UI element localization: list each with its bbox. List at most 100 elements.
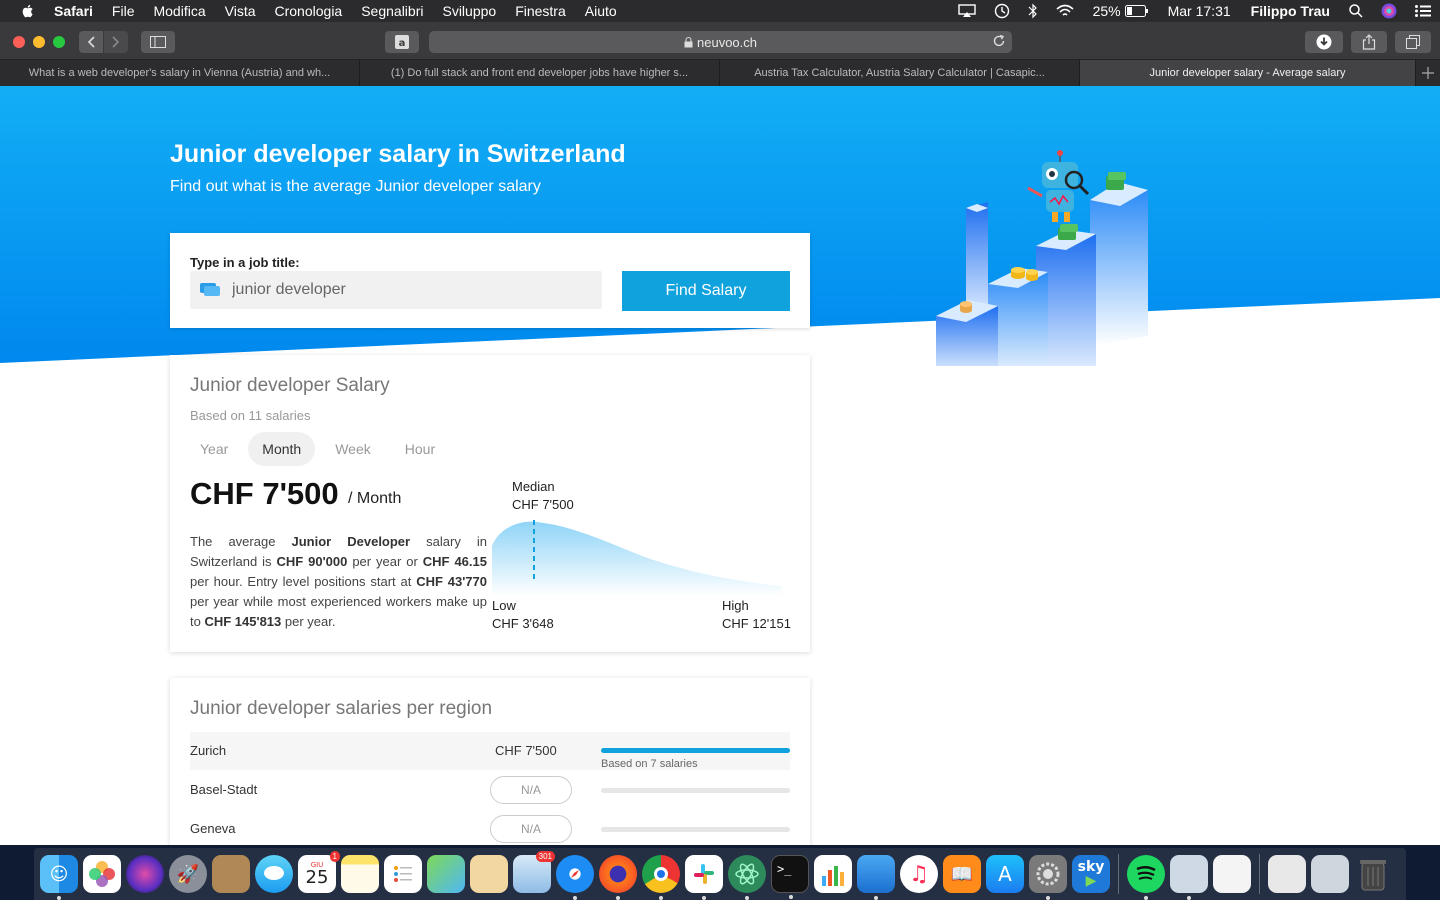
image-capture-icon[interactable] (1170, 855, 1208, 900)
preview-icon[interactable] (470, 855, 508, 893)
tab-overview-button[interactable] (1395, 31, 1431, 53)
safari-icon[interactable] (556, 855, 594, 900)
dock-shelf: ☺ 🚀 GIU 25 1 301 >_ ♫ 📖 A sky ▶ (34, 848, 1406, 900)
region-card-title: Junior developer salaries per region (190, 698, 493, 719)
reminders-icon[interactable] (384, 855, 422, 893)
notes-icon[interactable] (341, 855, 379, 893)
region-bar (601, 748, 790, 753)
new-tab-button[interactable] (1416, 60, 1440, 86)
forward-button[interactable] (104, 31, 128, 53)
dock-separator (1118, 854, 1119, 894)
tab-year[interactable]: Year (186, 432, 242, 466)
finder-icon[interactable]: ☺ (40, 855, 78, 900)
launchpad-icon[interactable]: 🚀 (169, 855, 207, 893)
region-salary-na: N/A (490, 815, 572, 843)
find-salary-button[interactable]: Find Salary (622, 271, 790, 311)
menu-app-name[interactable]: Safari (54, 0, 93, 22)
url-text: neuvoo.ch (697, 34, 757, 50)
battery-percent[interactable]: 25% (1093, 3, 1121, 19)
bluetooth-icon[interactable] (1028, 3, 1038, 19)
downloads-stack-icon[interactable] (1311, 855, 1349, 893)
menu-edit[interactable]: Modifica (153, 0, 205, 22)
tab-month[interactable]: Month (248, 432, 316, 466)
app-store-icon[interactable]: A (986, 855, 1024, 893)
tabs-icon (1406, 35, 1420, 49)
system-preferences-icon[interactable] (1029, 855, 1067, 900)
window-minimize-button[interactable] (33, 36, 45, 48)
apple-menu-icon[interactable] (20, 3, 36, 19)
downloads-button[interactable] (1305, 31, 1343, 53)
share-button[interactable] (1351, 31, 1387, 53)
region-salary: CHF 7'500 (495, 743, 557, 758)
job-title-field[interactable] (190, 271, 602, 309)
menu-history[interactable]: Cronologia (275, 0, 343, 22)
window-fullscreen-button[interactable] (53, 36, 65, 48)
siri-app-icon[interactable] (126, 855, 164, 893)
spotify-icon[interactable] (1127, 855, 1165, 900)
notification-center-icon[interactable] (1415, 5, 1431, 17)
share-icon (1362, 34, 1376, 50)
calendar-icon[interactable]: GIU 25 1 (298, 851, 340, 893)
time-machine-icon[interactable] (994, 3, 1010, 19)
trash-icon[interactable] (1354, 855, 1392, 893)
keynote-icon[interactable] (857, 855, 895, 900)
documents-stack-icon[interactable] (1268, 855, 1306, 893)
region-name: Zurich (190, 743, 227, 758)
menu-develop[interactable]: Sviluppo (442, 0, 496, 22)
region-row[interactable]: Geneva N/A (170, 810, 810, 845)
sky-go-icon[interactable]: sky ▶ (1072, 855, 1110, 893)
photos-icon[interactable] (83, 855, 121, 893)
firefox-icon[interactable] (599, 855, 637, 900)
window-close-button[interactable] (13, 36, 25, 48)
back-button[interactable] (79, 31, 103, 53)
sidebar-toggle-button[interactable] (141, 31, 175, 53)
battery-icon[interactable] (1124, 5, 1149, 17)
region-row[interactable]: Basel-Stadt N/A (170, 771, 810, 809)
numbers-icon[interactable] (814, 855, 852, 893)
menu-window[interactable]: Finestra (515, 0, 566, 22)
dock-separator (1259, 854, 1260, 894)
job-title-input[interactable] (232, 281, 572, 299)
amazon-extension-button[interactable]: a (385, 31, 419, 53)
region-name: Geneva (190, 821, 236, 836)
tab-hour[interactable]: Hour (391, 432, 449, 466)
siri-icon[interactable] (1381, 3, 1397, 19)
reload-icon[interactable] (992, 34, 1006, 48)
terminal-icon[interactable]: >_ (771, 855, 809, 899)
atom-icon[interactable] (728, 855, 766, 900)
low-label: Low CHF 3'648 (492, 598, 554, 631)
search-card: Type in a job title: Find Salary (170, 233, 810, 328)
region-row[interactable]: Zurich CHF 7'500 Based on 7 salaries (190, 732, 790, 770)
spotlight-search-icon[interactable] (1349, 4, 1363, 18)
airplay-icon[interactable] (957, 4, 976, 18)
browser-tab[interactable]: (1) Do full stack and front end develope… (360, 60, 720, 86)
distribution-curve (492, 520, 782, 596)
menu-clock[interactable]: Mar 17:31 (1168, 3, 1231, 19)
address-bar[interactable]: neuvoo.ch (429, 31, 1012, 53)
browser-tab[interactable]: What is a web developer's salary in Vien… (0, 60, 360, 86)
maps-icon[interactable] (427, 855, 465, 893)
browser-tab[interactable]: Austria Tax Calculator, Austria Salary C… (720, 60, 1080, 86)
contacts-icon[interactable] (212, 855, 250, 893)
region-bar (601, 788, 790, 793)
mail-icon[interactable]: 301 (513, 851, 555, 893)
chrome-icon[interactable] (642, 855, 680, 900)
tab-week[interactable]: Week (321, 432, 385, 466)
menu-view[interactable]: Vista (225, 0, 256, 22)
calendar-badge: 1 (329, 851, 340, 862)
textedit-icon[interactable] (1213, 855, 1251, 893)
menu-bookmarks[interactable]: Segnalibri (361, 0, 423, 22)
messages-icon[interactable] (255, 855, 293, 893)
music-icon[interactable]: ♫ (900, 855, 938, 893)
menu-file[interactable]: File (112, 0, 135, 22)
plus-icon (1422, 67, 1434, 79)
download-icon (1316, 34, 1332, 50)
books-icon[interactable]: 📖 (943, 855, 981, 893)
region-card: Junior developer salaries per region Zur… (170, 678, 810, 845)
menu-help[interactable]: Aiuto (585, 0, 617, 22)
slack-icon[interactable] (685, 855, 723, 900)
web-page: Junior developer salary in Switzerland F… (0, 86, 1440, 845)
menu-user[interactable]: Filippo Trau (1251, 3, 1330, 19)
wifi-icon[interactable] (1056, 4, 1074, 18)
browser-tab-active[interactable]: Junior developer salary - Average salary (1080, 60, 1416, 86)
